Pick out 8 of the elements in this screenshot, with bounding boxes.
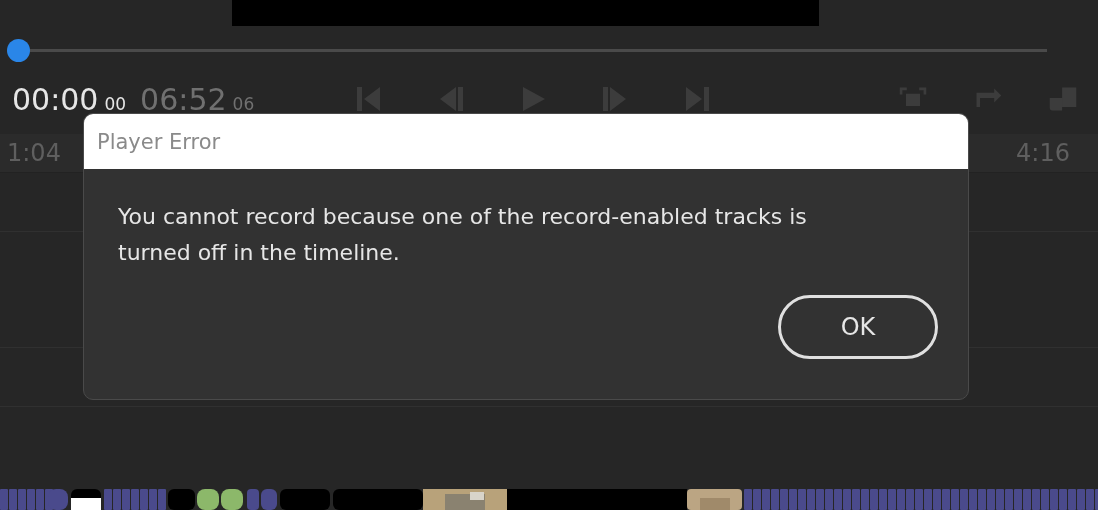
current-frames: 00 bbox=[104, 93, 127, 114]
duration-frames: 06 bbox=[232, 93, 255, 114]
ok-button[interactable]: OK bbox=[778, 295, 938, 359]
dialog-title: Player Error bbox=[84, 114, 968, 169]
duration-time: 06:52 bbox=[140, 81, 227, 117]
playhead-handle[interactable] bbox=[7, 38, 30, 62]
current-time: 00:00 bbox=[12, 81, 99, 117]
error-message: You cannot record because one of the record-enabled tracks is turned off in the timeline. bbox=[118, 203, 808, 267]
